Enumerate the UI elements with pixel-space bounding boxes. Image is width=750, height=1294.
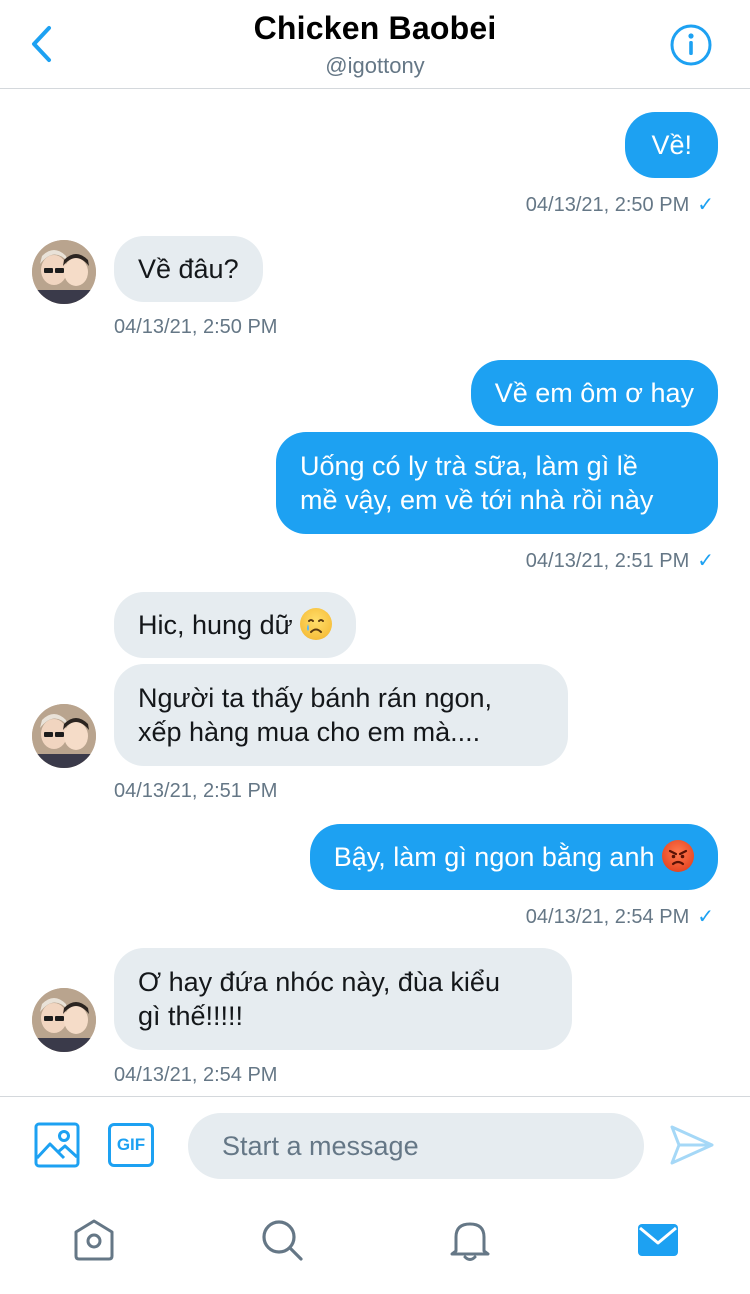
read-receipt-icon: ✓ [697, 194, 714, 216]
message-timestamp: 04/13/21, 2:51 PM ✓ [526, 548, 714, 573]
message-composer: GIF [0, 1096, 750, 1196]
tab-messages[interactable] [634, 1216, 682, 1264]
message-text-line: Ơ hay đứa nhóc này, đùa kiểu [138, 967, 500, 997]
conversation-title-block[interactable]: Chicken Baobei @igottony [0, 10, 750, 79]
message-text-line: Người ta thấy bánh rán ngon, [138, 683, 493, 713]
bottom-tab-bar [0, 1196, 750, 1294]
crying-face-icon [300, 608, 333, 640]
message-timestamp: 04/13/21, 2:54 PM [114, 1064, 277, 1087]
incoming-message[interactable]: Người ta thấy bánh rán ngon, xếp hàng mu… [114, 664, 568, 766]
message-text-line: xếp hàng mua cho em mà.... [138, 717, 481, 747]
tab-notifications[interactable] [446, 1216, 494, 1264]
gif-button[interactable]: GIF [108, 1123, 154, 1167]
message-text: Về! [651, 130, 692, 160]
message-text: Về em ôm ơ hay [494, 378, 694, 408]
tab-search[interactable] [258, 1216, 306, 1264]
avatar[interactable] [32, 704, 96, 768]
message-text-line: gì thế!!!!! [138, 1001, 244, 1031]
timestamp-text: 04/13/21, 2:50 PM [114, 316, 278, 338]
timestamp-text: 04/13/21, 2:51 PM [525, 550, 690, 572]
incoming-message[interactable]: Hic, hung dữ [114, 592, 357, 658]
message-timestamp: 04/13/21, 2:50 PM ✓ [526, 192, 714, 217]
incoming-message[interactable]: Về đâu? [114, 236, 263, 302]
message-text: Hic, hung dữ [138, 610, 293, 640]
avatar-image [32, 988, 96, 1052]
conversation-header: Chicken Baobei @igottony [0, 0, 750, 89]
message-text-line: Uống có ly trà sữa, làm gì lề [300, 451, 638, 481]
info-icon [670, 24, 712, 66]
timestamp-text: 04/13/21, 2:51 PM [114, 780, 278, 802]
send-icon [670, 1125, 714, 1165]
send-button[interactable] [668, 1121, 716, 1169]
avatar[interactable] [32, 988, 96, 1052]
image-icon [34, 1122, 80, 1168]
info-button[interactable] [670, 24, 712, 66]
message-thread[interactable]: Về! 04/13/21, 2:50 PM ✓ Về đâu? 04/13/21,… [0, 90, 750, 1095]
conversation-title: Chicken Baobei [253, 10, 497, 46]
tab-home[interactable] [70, 1216, 118, 1264]
timestamp-text: 04/13/21, 2:54 PM [114, 1064, 278, 1086]
message-timestamp: 04/13/21, 2:54 PM ✓ [526, 904, 714, 929]
read-receipt-icon: ✓ [697, 906, 714, 928]
outgoing-message[interactable]: Bậy, làm gì ngon bằng anh [309, 824, 718, 890]
outgoing-message[interactable]: Về em ôm ơ hay [470, 360, 718, 426]
message-timestamp: 04/13/21, 2:51 PM [114, 780, 277, 803]
bell-icon [450, 1222, 490, 1261]
timestamp-text: 04/13/21, 2:50 PM [525, 194, 690, 216]
read-receipt-icon: ✓ [697, 550, 714, 572]
angry-face-icon [662, 840, 694, 872]
home-icon [74, 1219, 114, 1261]
envelope-icon [638, 1224, 678, 1256]
message-text-line: mề vậy, em về tới nhà rồi này [300, 485, 654, 515]
avatar[interactable] [32, 240, 96, 304]
outgoing-message[interactable]: Về! [625, 112, 718, 178]
incoming-message[interactable]: Ơ hay đứa nhóc này, đùa kiểu gì thế!!!!! [114, 948, 572, 1050]
avatar-image [32, 240, 96, 304]
search-icon [262, 1220, 303, 1261]
message-text: Về đâu? [138, 254, 239, 284]
gif-label: GIF [116, 1135, 146, 1154]
conversation-handle: @igottony [325, 53, 425, 78]
timestamp-text: 04/13/21, 2:54 PM [525, 906, 690, 928]
message-text: Bậy, làm gì ngon bằng anh [333, 842, 655, 872]
outgoing-message[interactable]: Uống có ly trà sữa, làm gì lề mề vậy, em… [276, 432, 718, 534]
add-photo-button[interactable] [34, 1122, 80, 1168]
avatar-image [32, 704, 96, 768]
message-timestamp: 04/13/21, 2:50 PM [114, 316, 277, 339]
message-input[interactable] [188, 1113, 644, 1179]
